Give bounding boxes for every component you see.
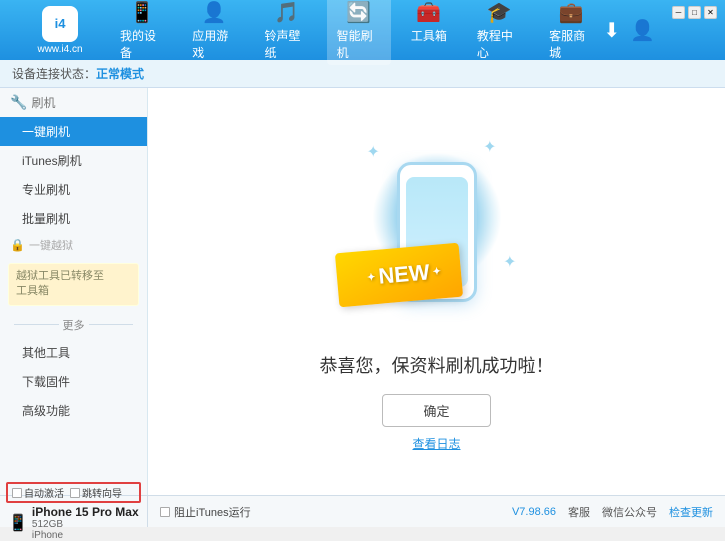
success-text-content: 恭喜您，保资料刷机成功啦！ — [320, 356, 554, 376]
itunes-flash-label: iTunes刷机 — [22, 154, 82, 168]
version-number: V7.98.66 — [512, 506, 556, 518]
guide-checkbox[interactable] — [70, 488, 80, 498]
itunes-checkbox[interactable] — [160, 507, 170, 517]
flash-section-icon: 🔧 — [10, 94, 27, 111]
header: i4 www.i4.cn 📱 我的设备 👤 应用游戏 🎵 铃声壁纸 🔄 智能刷机… — [0, 0, 725, 60]
nav-ringtones-label: 铃声壁纸 — [264, 27, 308, 61]
bottom-left: 自动激活 跳转向导 📱 iPhone 15 Pro Max 512GB iPho… — [0, 496, 148, 527]
sparkle-top-right: ✦ — [483, 137, 496, 157]
sidebar-item-one-key-flash[interactable]: 一键刷机 — [0, 117, 147, 146]
new-ribbon: ✦ NEW ✦ — [334, 242, 462, 307]
sidebar-section-flash: 🔧 刷机 — [0, 88, 147, 117]
itunes-checkbox-area[interactable]: 阻止iTunes运行 — [160, 504, 251, 520]
auto-activate-label: 自动激活 — [24, 485, 64, 500]
check-update-link[interactable]: 检查更新 — [669, 504, 713, 520]
auto-activate-option[interactable]: 自动激活 — [12, 485, 64, 500]
toolbox-icon: 🧰 — [416, 0, 441, 25]
disabled-label: 一键越狱 — [29, 237, 73, 253]
lock-icon: 🔒 — [10, 238, 25, 252]
pro-flash-label: 专业刷机 — [22, 183, 70, 197]
nav-tutorial-label: 教程中心 — [477, 27, 521, 61]
nav-my-device-label: 我的设备 — [120, 27, 164, 61]
one-key-flash-label: 一键刷机 — [22, 125, 70, 139]
close-btn[interactable]: ✕ — [704, 6, 717, 19]
success-message: 恭喜您，保资料刷机成功啦！ — [320, 352, 554, 378]
nav-smart-flash-label: 智能刷机 — [337, 27, 381, 61]
nav-service[interactable]: 💼 客服商城 — [539, 0, 603, 65]
device-info: 📱 iPhone 15 Pro Max 512GB iPhone — [6, 505, 141, 541]
nav-ringtones[interactable]: 🎵 铃声壁纸 — [254, 0, 318, 65]
tutorial-icon: 🎓 — [487, 0, 512, 25]
bottom-status-bar: V7.98.66 客服 微信公众号 检查更新 — [512, 504, 713, 520]
bottom-bar: 自动激活 跳转向导 📱 iPhone 15 Pro Max 512GB iPho… — [0, 495, 725, 527]
sidebar-divider: 更多 — [0, 312, 147, 338]
main-content: ✦ ✦ ✦ ✦ NEW ✦ 恭喜您，保资料刷机成功啦！ 确定 查看日志 — [148, 88, 725, 495]
sidebar-item-advanced[interactable]: 高级功能 — [0, 396, 147, 425]
success-illustration: ✦ ✦ ✦ ✦ NEW ✦ — [347, 132, 527, 332]
user-icon[interactable]: 👤 — [630, 18, 655, 43]
sidebar-item-other-tools[interactable]: 其他工具 — [0, 338, 147, 367]
itunes-checkbox-label: 阻止iTunes运行 — [174, 504, 251, 520]
sidebar: 🔧 刷机 一键刷机 iTunes刷机 专业刷机 批量刷机 🔒 一键越狱 越狱工具… — [0, 88, 148, 495]
sparkle-left: ✦ — [366, 271, 375, 283]
sidebar-item-batch-flash[interactable]: 批量刷机 — [0, 204, 147, 233]
view-log-link[interactable]: 查看日志 — [412, 435, 460, 452]
sparkle-right: ✦ — [503, 252, 516, 272]
new-badge: ✦ NEW ✦ — [365, 258, 441, 290]
guide-option[interactable]: 跳转向导 — [70, 485, 122, 500]
nav-apps-games[interactable]: 👤 应用游戏 — [182, 0, 246, 65]
logo-url: www.i4.cn — [37, 44, 82, 55]
nav-toolbox-label: 工具箱 — [411, 27, 447, 44]
customer-service-link[interactable]: 客服 — [568, 504, 590, 520]
apps-icon: 👤 — [202, 0, 227, 25]
device-phone-icon: 📱 — [8, 513, 28, 533]
top-nav: 📱 我的设备 👤 应用游戏 🎵 铃声壁纸 🔄 智能刷机 🧰 工具箱 🎓 教程中心… — [110, 0, 603, 65]
nav-tutorial[interactable]: 🎓 教程中心 — [467, 0, 531, 65]
wechat-link[interactable]: 微信公众号 — [602, 504, 657, 520]
batch-flash-label: 批量刷机 — [22, 212, 70, 226]
sidebar-item-pro-flash[interactable]: 专业刷机 — [0, 175, 147, 204]
confirm-button[interactable]: 确定 — [382, 394, 490, 427]
device-details: iPhone 15 Pro Max 512GB iPhone — [32, 505, 139, 541]
advanced-label: 高级功能 — [22, 404, 70, 418]
sidebar-item-download-firmware[interactable]: 下载固件 — [0, 367, 147, 396]
device-capacity: 512GB — [32, 519, 139, 530]
notice-box: 越狱工具已转移至工具箱 — [8, 263, 139, 306]
flash-section-label: 刷机 — [31, 94, 55, 111]
nav-my-device[interactable]: 📱 我的设备 — [110, 0, 174, 65]
maximize-btn[interactable]: □ — [688, 6, 701, 19]
minimize-btn[interactable]: ─ — [672, 6, 685, 19]
device-type: iPhone — [32, 530, 139, 541]
connection-label: 设备连接状态： — [12, 65, 96, 82]
connection-mode: 正常模式 — [96, 65, 144, 82]
download-firmware-label: 下载固件 — [22, 375, 70, 389]
sidebar-item-itunes-flash[interactable]: iTunes刷机 — [0, 146, 147, 175]
bottom-right: 阻止iTunes运行 V7.98.66 客服 微信公众号 检查更新 — [148, 504, 725, 520]
nav-service-label: 客服商城 — [549, 27, 593, 61]
ringtones-icon: 🎵 — [274, 0, 299, 25]
more-label: 更多 — [63, 317, 85, 333]
sparkle-right: ✦ — [432, 265, 441, 277]
device-name: iPhone 15 Pro Max — [32, 505, 139, 519]
new-label: NEW — [377, 259, 430, 289]
sparkle-top-left: ✦ — [367, 142, 380, 162]
sidebar-disabled-jailbreak: 🔒 一键越狱 — [0, 233, 147, 257]
nav-smart-flash[interactable]: 🔄 智能刷机 — [327, 0, 391, 65]
other-tools-label: 其他工具 — [22, 346, 70, 360]
guide-label: 跳转向导 — [82, 485, 122, 500]
notice-text: 越狱工具已转移至工具箱 — [16, 270, 104, 297]
download-icon[interactable]: ⬇ — [603, 18, 620, 43]
smart-flash-icon: 🔄 — [346, 0, 371, 25]
nav-toolbox[interactable]: 🧰 工具箱 — [399, 0, 459, 65]
logo: i4 www.i4.cn — [10, 6, 110, 55]
nav-apps-label: 应用游戏 — [192, 27, 236, 61]
device-options: 自动激活 跳转向导 — [6, 482, 141, 503]
logo-icon: i4 — [42, 6, 78, 42]
my-device-icon: 📱 — [130, 0, 155, 25]
service-icon: 💼 — [559, 0, 584, 25]
auto-activate-checkbox[interactable] — [12, 488, 22, 498]
